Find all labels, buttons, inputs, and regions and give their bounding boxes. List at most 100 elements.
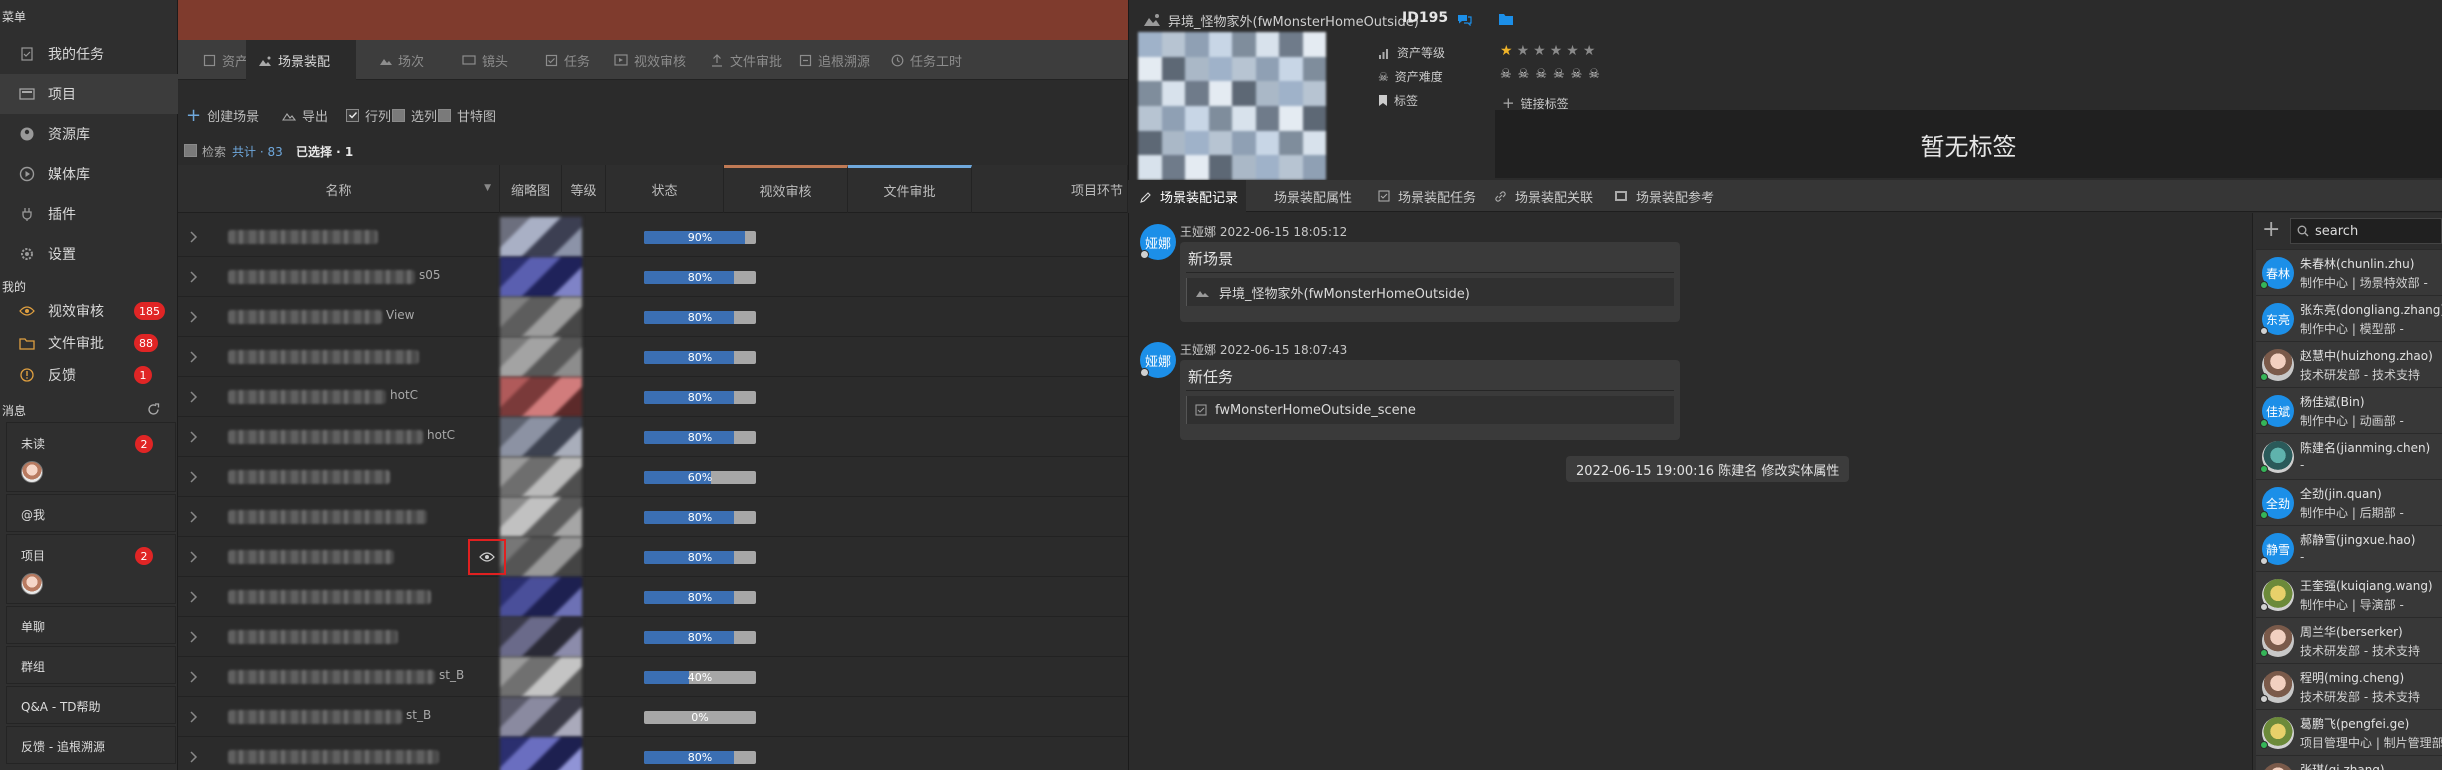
table-row[interactable]: 80%: [178, 497, 1128, 537]
msg-group-unread[interactable]: 未读 2: [6, 422, 176, 492]
refresh-icon[interactable]: [146, 402, 160, 416]
row-thumbnail[interactable]: [500, 737, 582, 770]
skull-icon[interactable]: ☠: [1518, 67, 1530, 82]
table-row[interactable]: st_B 40%: [178, 657, 1128, 697]
create-scene-button[interactable]: + 创建场景: [186, 98, 259, 132]
avatar[interactable]: [2262, 763, 2294, 770]
row-thumbnail[interactable]: [500, 217, 582, 257]
cols-toggle[interactable]: 选列: [392, 98, 437, 132]
member-item[interactable]: 葛鹏飞(pengfei.ge) 项目管理中心 | 制片管理部: [2256, 709, 2442, 755]
table-row[interactable]: View 80%: [178, 297, 1128, 337]
member-item[interactable]: 东亮 张东亮(dongliang.zhang) 制作中心 | 模型部 -: [2256, 295, 2442, 341]
row-thumbnail[interactable]: [500, 497, 582, 537]
mine-feedback[interactable]: 反馈 1: [0, 359, 178, 391]
star-icon[interactable]: ★: [1566, 43, 1579, 59]
checkbox[interactable]: [438, 108, 451, 122]
table-row[interactable]: hotC 80%: [178, 377, 1128, 417]
chevron-right-icon[interactable]: [188, 270, 202, 284]
skull-icon[interactable]: ☠: [1535, 67, 1547, 82]
member-item[interactable]: 静雪 郝静雪(jingxue.hao) -: [2256, 525, 2442, 571]
nav-asset-library[interactable]: 资源库: [0, 114, 178, 154]
chevron-right-icon[interactable]: [188, 350, 202, 364]
row-thumbnail[interactable]: [500, 617, 582, 657]
tab-assets[interactable]: 资产: [202, 40, 248, 80]
chevron-right-icon[interactable]: [188, 510, 202, 524]
tab-traceback[interactable]: 追根溯源: [798, 40, 870, 80]
folder-icon[interactable]: [1498, 12, 1514, 26]
tab-shots[interactable]: 镜头: [462, 40, 508, 80]
chevron-right-icon[interactable]: [188, 310, 202, 324]
msg-group-groups[interactable]: 群组: [6, 646, 176, 684]
nav-my-tasks[interactable]: 我的任务: [0, 34, 178, 74]
member-item[interactable]: 赵慧中(huizhong.zhao) 技术研发部 - 技术支持: [2256, 341, 2442, 387]
star-icon[interactable]: ★: [1583, 43, 1596, 59]
col-pipeline-step[interactable]: 项目环节: [972, 165, 1128, 213]
feed-card-link[interactable]: 异境_怪物家外(fwMonsterHomeOutside): [1186, 278, 1674, 306]
skull-icon[interactable]: ☠: [1553, 67, 1565, 82]
chevron-right-icon[interactable]: [188, 550, 202, 564]
avatar[interactable]: 娅娜: [1140, 224, 1176, 260]
checkbox-checked[interactable]: [346, 108, 359, 122]
chevron-right-icon[interactable]: [188, 590, 202, 604]
chevron-right-icon[interactable]: [188, 710, 202, 724]
subtab-relations[interactable]: 场景装配关联: [1494, 180, 1593, 212]
msg-group-mention[interactable]: @我: [6, 494, 176, 532]
nav-project[interactable]: 项目: [0, 74, 178, 114]
mine-vfx-review[interactable]: 视效审核 185: [0, 295, 178, 327]
feed-card-link[interactable]: fwMonsterHomeOutside_scene: [1186, 396, 1674, 424]
row-thumbnail[interactable]: [500, 417, 582, 457]
table-row[interactable]: hotC 80%: [178, 417, 1128, 457]
tab-sequences[interactable]: 场次: [378, 40, 424, 80]
row-thumbnail[interactable]: [500, 537, 582, 577]
chevron-right-icon[interactable]: [188, 630, 202, 644]
msg-group-direct[interactable]: 单聊: [6, 606, 176, 644]
star-icon[interactable]: ★: [1550, 43, 1563, 59]
member-item[interactable]: 王奎强(kuiqiang.wang) 制作中心 | 导演部 -: [2256, 571, 2442, 617]
col-file-approval[interactable]: 文件审批: [848, 165, 972, 213]
table-row[interactable]: 90%: [178, 217, 1128, 257]
chevron-right-icon[interactable]: [188, 750, 202, 764]
member-item[interactable]: 张琪(qi.zhang): [2256, 755, 2442, 770]
star-icon[interactable]: ★: [1517, 43, 1530, 59]
member-search-input[interactable]: search: [2290, 218, 2442, 244]
row-thumbnail[interactable]: [500, 697, 582, 737]
skull-icon[interactable]: ☠: [1588, 67, 1600, 82]
select-all-checkbox[interactable]: [184, 144, 197, 157]
msg-group-qa-td[interactable]: Q&A - TD帮助: [6, 686, 176, 724]
subtab-records[interactable]: 场景装配记录: [1128, 180, 1246, 213]
avatar[interactable]: [21, 573, 43, 595]
member-item[interactable]: 全劲 全劲(jin.quan) 制作中心 | 后期部 -: [2256, 479, 2442, 525]
subtab-reference[interactable]: 场景装配参考: [1614, 180, 1714, 212]
asset-difficulty-skulls[interactable]: ☠ ☠ ☠ ☠ ☠ ☠: [1500, 67, 1600, 82]
export-button[interactable]: 导出: [282, 98, 328, 132]
col-name[interactable]: 名称 ▼: [178, 165, 500, 213]
chevron-right-icon[interactable]: [188, 390, 202, 404]
mine-file-approval[interactable]: 文件审批 88: [0, 327, 178, 359]
nav-settings[interactable]: 设置: [0, 234, 178, 274]
chat-icon[interactable]: [1456, 12, 1472, 26]
avatar[interactable]: [21, 461, 43, 483]
add-member-button[interactable]: +: [2262, 218, 2280, 242]
table-row[interactable]: 80%: [178, 577, 1128, 617]
row-thumbnail[interactable]: [500, 457, 582, 497]
rows-toggle[interactable]: 行列: [346, 98, 391, 132]
row-thumbnail[interactable]: [500, 377, 582, 417]
table-row[interactable]: 60%: [178, 457, 1128, 497]
chevron-right-icon[interactable]: [188, 430, 202, 444]
tab-scene-assembly[interactable]: 场景装配: [246, 40, 356, 81]
scene-thumbnail[interactable]: [1138, 32, 1326, 180]
checkbox[interactable]: [392, 108, 405, 122]
chevron-right-icon[interactable]: [188, 230, 202, 244]
tab-vfx-review[interactable]: 视效审核: [614, 40, 686, 80]
tab-file-approval[interactable]: 文件审批: [710, 40, 782, 80]
msg-group-feedback[interactable]: 反馈 - 追根溯源: [6, 726, 176, 764]
tab-tasks[interactable]: 任务: [544, 40, 590, 80]
star-icon[interactable]: ★: [1533, 43, 1546, 59]
member-item[interactable]: 春林 朱春林(chunlin.zhu) 制作中心 | 场景特效部 -: [2256, 249, 2442, 295]
table-row[interactable]: 80%: [178, 537, 1128, 577]
member-item[interactable]: 程明(ming.cheng) 技术研发部 - 技术支持: [2256, 663, 2442, 709]
subtab-tasks[interactable]: 场景装配任务: [1378, 180, 1476, 212]
row-thumbnail[interactable]: [500, 257, 582, 297]
chevron-right-icon[interactable]: [188, 670, 202, 684]
member-item[interactable]: 陈建名(jianming.chen) -: [2256, 433, 2442, 479]
